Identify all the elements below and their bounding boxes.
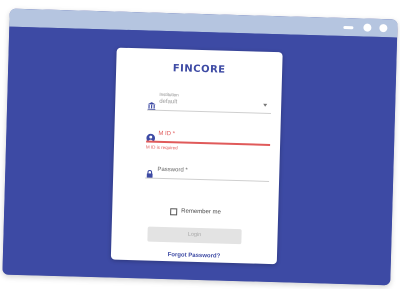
- password-field[interactable]: Password *: [145, 162, 270, 183]
- institution-value: default: [159, 98, 178, 106]
- password-placeholder: Password *: [157, 166, 188, 174]
- mid-error-message: M ID is required: [145, 144, 178, 151]
- bank-icon: [147, 98, 156, 111]
- forgot-password-link[interactable]: Forgot Password?: [111, 251, 277, 262]
- remember-me-checkbox[interactable]: [170, 208, 178, 216]
- page-background: FINCORE Institution default M ID * M ID …: [2, 26, 398, 286]
- login-card: FINCORE Institution default M ID * M ID …: [110, 47, 283, 265]
- mid-field[interactable]: M ID * M ID is required: [146, 127, 271, 156]
- institution-label: Institution: [159, 91, 179, 98]
- login-button[interactable]: Login: [147, 226, 242, 245]
- app-logo: FINCORE: [172, 63, 226, 76]
- chevron-down-icon: [263, 103, 268, 107]
- mid-placeholder: M ID *: [158, 130, 176, 138]
- maximize-button[interactable]: [363, 23, 372, 32]
- institution-underline: [146, 109, 271, 114]
- close-button[interactable]: [379, 23, 388, 33]
- password-underline: [145, 177, 270, 182]
- user-icon: [146, 129, 156, 143]
- remember-me-label[interactable]: Remember me: [181, 209, 221, 216]
- institution-select[interactable]: Institution default: [146, 89, 272, 114]
- browser-window: FINCORE Institution default M ID * M ID …: [2, 8, 398, 286]
- minimize-button[interactable]: [343, 25, 354, 30]
- lock-icon: [145, 165, 154, 179]
